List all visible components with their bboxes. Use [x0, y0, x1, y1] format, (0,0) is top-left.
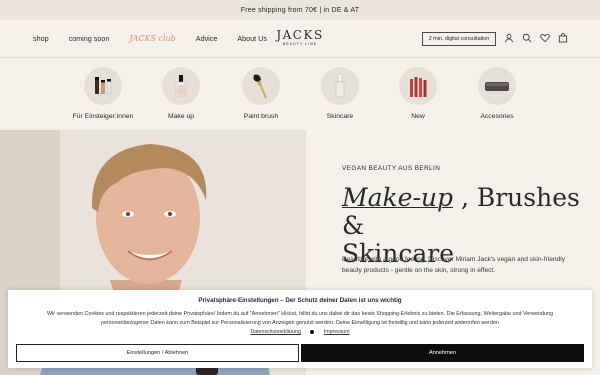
serum-bottle-icon: [321, 67, 359, 105]
cookie-banner: Privatsphäre-Einstellungen – Der Schutz …: [8, 290, 592, 368]
logo-name: JACKS: [276, 28, 324, 42]
announcement-bar: Free shipping from 70€ | in DE & AT: [0, 0, 600, 20]
category-new[interactable]: New: [378, 67, 458, 120]
cookie-title: Privatsphäre-Einstellungen – Der Schutz …: [198, 297, 402, 304]
imprint-link[interactable]: Impressum: [324, 329, 350, 335]
main-nav: shop coming soon JACKS club Advice About…: [0, 34, 287, 43]
heart-icon[interactable]: [540, 33, 550, 43]
cookie-settings-button[interactable]: Einstellungen / Ablehnen: [16, 344, 299, 362]
privacy-policy-link[interactable]: Datenschutzerklärung: [250, 329, 300, 335]
case-icon: [478, 67, 516, 105]
separator-dot: [310, 329, 315, 334]
category-starter[interactable]: Für Einsteiger:innen: [63, 67, 143, 120]
header-icons: [504, 33, 568, 43]
site-header: shop coming soon JACKS club Advice About…: [0, 20, 600, 58]
user-icon[interactable]: [504, 33, 514, 43]
category-label: Accesories: [480, 113, 514, 120]
category-label: Paint brush: [243, 113, 279, 120]
starter-set-icon: [84, 67, 122, 105]
brush-icon: [242, 67, 280, 105]
brand-logo[interactable]: JACKS BEAUTY LINE: [270, 29, 330, 46]
nav-advice[interactable]: Advice: [196, 34, 218, 43]
nav-coming-soon[interactable]: coming soon: [69, 34, 110, 43]
search-icon[interactable]: [522, 33, 532, 43]
category-label: Skincare: [326, 113, 354, 120]
nav-about-us[interactable]: About Us: [237, 34, 267, 43]
category-row: Für Einsteiger:innen Make up Paint brush: [0, 58, 600, 130]
category-make-up[interactable]: Make up: [141, 67, 221, 120]
cart-icon[interactable]: [558, 33, 568, 43]
cookie-links: Datenschutzerklärung Impressum: [8, 329, 592, 335]
hero-eyebrow: VEGAN BEAUTY AUS BERLIN: [342, 165, 441, 172]
hero-description: Beautiful with a good feeling: Discover …: [342, 256, 565, 274]
nav-shop[interactable]: shop: [33, 34, 49, 43]
category-brush[interactable]: Paint brush: [221, 67, 301, 120]
category-accessories[interactable]: Accesories: [457, 67, 537, 120]
category-skincare[interactable]: Skincare: [300, 67, 380, 120]
foundation-bottle-icon: [162, 67, 200, 105]
hero-title-italic: Make-up: [342, 183, 453, 212]
digital-consultation-button[interactable]: 2 min. digital consultation: [422, 32, 496, 46]
category-label: Für Einsteiger:innen: [72, 113, 134, 120]
new-products-icon: [399, 67, 437, 105]
cookie-text: Wir verwenden Cookies und respektieren j…: [47, 311, 553, 326]
cookie-accept-button[interactable]: Annehmen: [301, 344, 584, 362]
category-label: New: [411, 113, 425, 120]
category-label: Make up: [167, 113, 195, 120]
logo-tagline: BEAUTY LINE: [282, 42, 318, 46]
nav-jacks-club[interactable]: JACKS club: [129, 34, 175, 43]
announcement-text: Free shipping from 70€ | in DE & AT: [240, 6, 360, 14]
